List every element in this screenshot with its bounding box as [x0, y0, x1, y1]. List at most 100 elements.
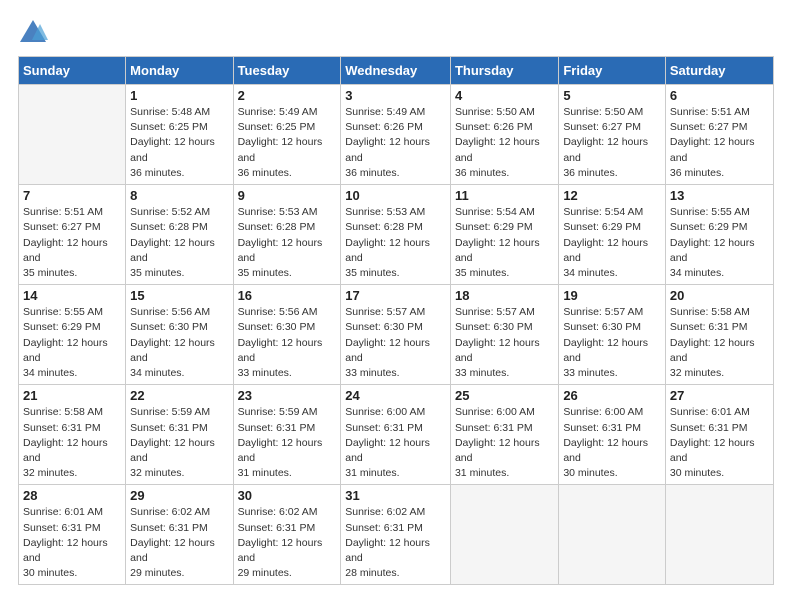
- day-info: Sunrise: 5:50 AMSunset: 6:27 PMDaylight:…: [563, 105, 661, 181]
- day-info: Sunrise: 5:54 AMSunset: 6:29 PMDaylight:…: [563, 205, 661, 281]
- calendar-cell: 30 Sunrise: 6:02 AMSunset: 6:31 PMDayligh…: [233, 485, 341, 585]
- day-number: 3: [345, 88, 446, 103]
- day-info: Sunrise: 6:02 AMSunset: 6:31 PMDaylight:…: [130, 505, 228, 581]
- day-info: Sunrise: 5:55 AMSunset: 6:29 PMDaylight:…: [670, 205, 769, 281]
- calendar-cell: 22 Sunrise: 5:59 AMSunset: 6:31 PMDayligh…: [126, 385, 233, 485]
- day-number: 30: [238, 488, 337, 503]
- day-number: 18: [455, 288, 554, 303]
- calendar-cell: 7 Sunrise: 5:51 AMSunset: 6:27 PMDaylight…: [19, 185, 126, 285]
- calendar-cell: 24 Sunrise: 6:00 AMSunset: 6:31 PMDayligh…: [341, 385, 451, 485]
- calendar-cell: 2 Sunrise: 5:49 AMSunset: 6:25 PMDaylight…: [233, 85, 341, 185]
- day-info: Sunrise: 5:53 AMSunset: 6:28 PMDaylight:…: [345, 205, 446, 281]
- day-info: Sunrise: 5:59 AMSunset: 6:31 PMDaylight:…: [130, 405, 228, 481]
- weekday-header-monday: Monday: [126, 57, 233, 85]
- day-number: 24: [345, 388, 446, 403]
- day-info: Sunrise: 6:00 AMSunset: 6:31 PMDaylight:…: [455, 405, 554, 481]
- day-info: Sunrise: 5:48 AMSunset: 6:25 PMDaylight:…: [130, 105, 228, 181]
- calendar-cell: 17Sunrise: 5:57 AMSunset: 6:30 PMDayligh…: [341, 285, 451, 385]
- weekday-header-tuesday: Tuesday: [233, 57, 341, 85]
- day-number: 11: [455, 188, 554, 203]
- day-number: 27: [670, 388, 769, 403]
- day-number: 14: [23, 288, 121, 303]
- calendar-cell: 27 Sunrise: 6:01 AMSunset: 6:31 PMDayligh…: [665, 385, 773, 485]
- day-number: 26: [563, 388, 661, 403]
- calendar-cell: 3 Sunrise: 5:49 AMSunset: 6:26 PMDaylight…: [341, 85, 451, 185]
- day-number: 7: [23, 188, 121, 203]
- day-info: Sunrise: 5:58 AMSunset: 6:31 PMDaylight:…: [23, 405, 121, 481]
- calendar-cell: 18 Sunrise: 5:57 AMSunset: 6:30 PMDayligh…: [450, 285, 558, 385]
- day-number: 29: [130, 488, 228, 503]
- day-info: Sunrise: 5:56 AMSunset: 6:30 PMDaylight:…: [238, 305, 337, 381]
- logo-icon: [18, 18, 48, 46]
- day-info: Sunrise: 5:59 AMSunset: 6:31 PMDaylight:…: [238, 405, 337, 481]
- calendar-cell: 21 Sunrise: 5:58 AMSunset: 6:31 PMDayligh…: [19, 385, 126, 485]
- day-number: 28: [23, 488, 121, 503]
- weekday-header-friday: Friday: [559, 57, 666, 85]
- page: SundayMondayTuesdayWednesdayThursdayFrid…: [0, 0, 792, 612]
- calendar-cell: 23 Sunrise: 5:59 AMSunset: 6:31 PMDayligh…: [233, 385, 341, 485]
- calendar-cell: 25 Sunrise: 6:00 AMSunset: 6:31 PMDayligh…: [450, 385, 558, 485]
- calendar-cell: 11Sunrise: 5:54 AMSunset: 6:29 PMDayligh…: [450, 185, 558, 285]
- calendar-cell: 13Sunrise: 5:55 AMSunset: 6:29 PMDayligh…: [665, 185, 773, 285]
- day-number: 16: [238, 288, 337, 303]
- calendar-cell: 16 Sunrise: 5:56 AMSunset: 6:30 PMDayligh…: [233, 285, 341, 385]
- day-info: Sunrise: 6:00 AMSunset: 6:31 PMDaylight:…: [345, 405, 446, 481]
- calendar-cell: [559, 485, 666, 585]
- calendar-cell: 10 Sunrise: 5:53 AMSunset: 6:28 PMDayligh…: [341, 185, 451, 285]
- day-info: Sunrise: 6:01 AMSunset: 6:31 PMDaylight:…: [670, 405, 769, 481]
- day-info: Sunrise: 6:00 AMSunset: 6:31 PMDaylight:…: [563, 405, 661, 481]
- calendar-header-row: SundayMondayTuesdayWednesdayThursdayFrid…: [19, 57, 774, 85]
- calendar-cell: 19Sunrise: 5:57 AMSunset: 6:30 PMDayligh…: [559, 285, 666, 385]
- day-number: 19: [563, 288, 661, 303]
- day-number: 10: [345, 188, 446, 203]
- calendar-table: SundayMondayTuesdayWednesdayThursdayFrid…: [18, 56, 774, 585]
- week-row-3: 14 Sunrise: 5:55 AMSunset: 6:29 PMDayligh…: [19, 285, 774, 385]
- calendar-cell: 26 Sunrise: 6:00 AMSunset: 6:31 PMDayligh…: [559, 385, 666, 485]
- day-number: 5: [563, 88, 661, 103]
- day-info: Sunrise: 5:53 AMSunset: 6:28 PMDaylight:…: [238, 205, 337, 281]
- calendar-cell: 29 Sunrise: 6:02 AMSunset: 6:31 PMDayligh…: [126, 485, 233, 585]
- day-number: 23: [238, 388, 337, 403]
- day-number: 1: [130, 88, 228, 103]
- calendar-cell: [19, 85, 126, 185]
- day-info: Sunrise: 5:57 AMSunset: 6:30 PMDaylight:…: [455, 305, 554, 381]
- day-info: Sunrise: 5:51 AMSunset: 6:27 PMDaylight:…: [670, 105, 769, 181]
- calendar-cell: 8Sunrise: 5:52 AMSunset: 6:28 PMDaylight…: [126, 185, 233, 285]
- header: [18, 18, 774, 46]
- day-info: Sunrise: 5:57 AMSunset: 6:30 PMDaylight:…: [345, 305, 446, 381]
- day-info: Sunrise: 5:49 AMSunset: 6:25 PMDaylight:…: [238, 105, 337, 181]
- calendar-cell: [450, 485, 558, 585]
- day-info: Sunrise: 5:49 AMSunset: 6:26 PMDaylight:…: [345, 105, 446, 181]
- day-number: 25: [455, 388, 554, 403]
- day-info: Sunrise: 6:02 AMSunset: 6:31 PMDaylight:…: [238, 505, 337, 581]
- week-row-4: 21 Sunrise: 5:58 AMSunset: 6:31 PMDayligh…: [19, 385, 774, 485]
- day-info: Sunrise: 6:02 AMSunset: 6:31 PMDaylight:…: [345, 505, 446, 581]
- day-info: Sunrise: 6:01 AMSunset: 6:31 PMDaylight:…: [23, 505, 121, 581]
- calendar-cell: 28 Sunrise: 6:01 AMSunset: 6:31 PMDayligh…: [19, 485, 126, 585]
- weekday-header-wednesday: Wednesday: [341, 57, 451, 85]
- day-number: 6: [670, 88, 769, 103]
- day-number: 15: [130, 288, 228, 303]
- day-number: 4: [455, 88, 554, 103]
- day-number: 2: [238, 88, 337, 103]
- calendar-cell: 1 Sunrise: 5:48 AMSunset: 6:25 PMDaylight…: [126, 85, 233, 185]
- week-row-1: 1 Sunrise: 5:48 AMSunset: 6:25 PMDaylight…: [19, 85, 774, 185]
- calendar-cell: 14 Sunrise: 5:55 AMSunset: 6:29 PMDayligh…: [19, 285, 126, 385]
- calendar-cell: 9 Sunrise: 5:53 AMSunset: 6:28 PMDaylight…: [233, 185, 341, 285]
- weekday-header-thursday: Thursday: [450, 57, 558, 85]
- day-number: 20: [670, 288, 769, 303]
- day-info: Sunrise: 5:58 AMSunset: 6:31 PMDaylight:…: [670, 305, 769, 381]
- calendar-cell: 4Sunrise: 5:50 AMSunset: 6:26 PMDaylight…: [450, 85, 558, 185]
- calendar-cell: 20 Sunrise: 5:58 AMSunset: 6:31 PMDayligh…: [665, 285, 773, 385]
- day-number: 21: [23, 388, 121, 403]
- day-info: Sunrise: 5:51 AMSunset: 6:27 PMDaylight:…: [23, 205, 121, 281]
- day-number: 22: [130, 388, 228, 403]
- calendar-cell: 12 Sunrise: 5:54 AMSunset: 6:29 PMDayligh…: [559, 185, 666, 285]
- week-row-2: 7 Sunrise: 5:51 AMSunset: 6:27 PMDaylight…: [19, 185, 774, 285]
- day-info: Sunrise: 5:55 AMSunset: 6:29 PMDaylight:…: [23, 305, 121, 381]
- day-number: 9: [238, 188, 337, 203]
- day-number: 12: [563, 188, 661, 203]
- day-info: Sunrise: 5:56 AMSunset: 6:30 PMDaylight:…: [130, 305, 228, 381]
- calendar-cell: [665, 485, 773, 585]
- calendar-cell: 31Sunrise: 6:02 AMSunset: 6:31 PMDayligh…: [341, 485, 451, 585]
